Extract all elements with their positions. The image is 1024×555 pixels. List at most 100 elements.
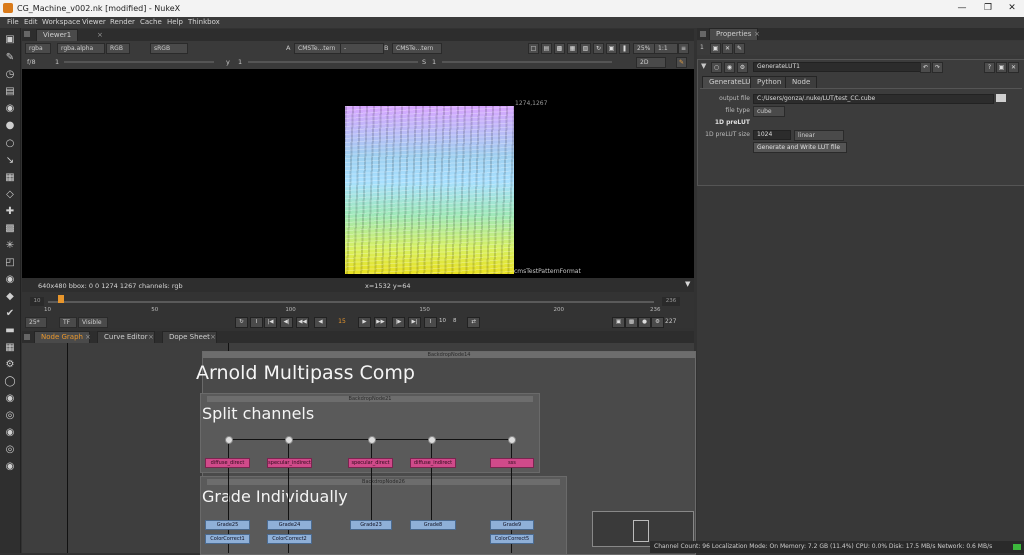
gear-icon[interactable]: ⚙: [4, 359, 16, 371]
bokeh-icon[interactable]: ◯: [4, 376, 16, 388]
info-dropdown-icon[interactable]: ▼: [685, 280, 690, 288]
current-frame-field[interactable]: 15: [334, 317, 350, 326]
file-type-dropdown[interactable]: cube: [753, 106, 785, 117]
keyer-icon[interactable]: ○: [4, 138, 16, 150]
tab-close-icon[interactable]: ×: [210, 333, 216, 341]
tab-viewer1[interactable]: Viewer1: [36, 29, 79, 41]
s-value[interactable]: 1: [432, 58, 436, 66]
toolsets-icon[interactable]: ✔: [4, 308, 16, 320]
s-slider[interactable]: [442, 61, 612, 63]
capture-icon[interactable]: ▩: [625, 317, 638, 328]
last-frame-icon[interactable]: ▶|: [408, 317, 421, 328]
dot-node[interactable]: [428, 436, 436, 444]
tab-node[interactable]: Node: [785, 76, 818, 88]
folder-icon[interactable]: [996, 94, 1006, 102]
prelut-interp-dropdown[interactable]: linear: [794, 130, 844, 141]
generate-lut-button[interactable]: Generate and Write LUT file: [753, 142, 847, 153]
settings-icon[interactable]: ⚙: [651, 317, 664, 328]
channels-dropdown[interactable]: rgba: [25, 43, 51, 54]
particles-icon[interactable]: ✳: [4, 240, 16, 252]
pane-menu-icon[interactable]: [700, 31, 706, 37]
range-end-field[interactable]: 236: [662, 297, 680, 306]
menu-cache[interactable]: Cache: [140, 18, 162, 26]
flipbook-icon[interactable]: ▣: [612, 317, 625, 328]
tf-dropdown[interactable]: TF: [59, 317, 77, 328]
shuffle-node[interactable]: diffuse_indirect: [410, 458, 456, 468]
gain-slider[interactable]: [64, 61, 214, 63]
menu-render[interactable]: Render: [110, 18, 135, 26]
grade-node[interactable]: Grade23: [350, 520, 392, 530]
lock-icon[interactable]: ▣: [710, 43, 721, 54]
furnace-icon[interactable]: ▦: [4, 342, 16, 354]
gamma-value[interactable]: 1: [238, 58, 242, 66]
next-keyframe-icon[interactable]: |▶: [392, 317, 405, 328]
playhead[interactable]: [58, 295, 65, 303]
overlay-icon[interactable]: ▩: [554, 43, 565, 54]
tab-node-graph[interactable]: Node Graph: [34, 331, 90, 343]
dot-node[interactable]: [368, 436, 376, 444]
float-icon[interactable]: ✎: [734, 43, 745, 54]
colorcorrect-node[interactable]: ColorCorrect1: [205, 534, 250, 544]
filter-icon[interactable]: ●: [4, 120, 16, 132]
node-settings-icon[interactable]: ◉: [724, 62, 735, 73]
loop-icon[interactable]: ↻: [235, 317, 248, 328]
float-panel-icon[interactable]: ▣: [996, 62, 1007, 73]
undo-icon[interactable]: ↶: [920, 62, 931, 73]
refresh-icon[interactable]: ↻: [593, 43, 604, 54]
cara-icon[interactable]: ◉: [4, 393, 16, 405]
input-a-dropdown[interactable]: CMSTe...tern: [294, 43, 344, 54]
close-all-icon[interactable]: ✕: [722, 43, 733, 54]
node-name-field[interactable]: GenerateLUT1: [753, 62, 921, 72]
image-icon[interactable]: ▣: [4, 34, 16, 46]
colorcorrect-node[interactable]: ColorCorrect5: [490, 534, 534, 544]
dot-node[interactable]: [508, 436, 516, 444]
gear-icon[interactable]: ⚙: [737, 62, 748, 73]
skip-field[interactable]: 10: [439, 317, 453, 326]
grade-node[interactable]: Grade25: [205, 520, 250, 530]
shuffle-node[interactable]: diffuse_direct: [205, 458, 250, 468]
ratio-dropdown[interactable]: 1:1: [654, 43, 678, 54]
colorcorrect-node[interactable]: ColorCorrect2: [267, 534, 312, 544]
metadata-icon[interactable]: ▩: [4, 223, 16, 235]
timeline-track[interactable]: [48, 301, 654, 303]
grade-node[interactable]: Grade24: [267, 520, 312, 530]
first-frame-icon[interactable]: |◀: [264, 317, 277, 328]
output-file-field[interactable]: C:/Users/gonza/.nuke/LUT/test_CC.cube: [753, 94, 994, 104]
bounce-icon[interactable]: ⇄: [467, 317, 480, 328]
menu-workspace[interactable]: Workspace: [42, 18, 80, 26]
menu-viewer[interactable]: Viewer: [82, 18, 106, 26]
wipe-icon[interactable]: ▤: [541, 43, 552, 54]
step-forward-icon[interactable]: ▶▶: [374, 317, 387, 328]
view-mode-dropdown[interactable]: 2D: [636, 57, 666, 68]
tab-python[interactable]: Python: [750, 76, 789, 88]
lut-dropdown[interactable]: sRGB: [150, 43, 188, 54]
time-icon[interactable]: ◷: [4, 69, 16, 81]
fps-dropdown[interactable]: 25*: [25, 317, 47, 328]
prelut-size-field[interactable]: 1024: [753, 130, 791, 140]
shuffle-node[interactable]: sss: [490, 458, 534, 468]
play-backward-icon[interactable]: ◀: [314, 317, 327, 328]
out-point-icon[interactable]: I: [424, 317, 437, 328]
tab-dope-sheet[interactable]: Dope Sheet: [162, 331, 217, 343]
other-icon[interactable]: ▬: [4, 325, 16, 337]
views-icon[interactable]: ✚: [4, 206, 16, 218]
safe-area-icon[interactable]: ▦: [567, 43, 578, 54]
tab-close-icon[interactable]: ×: [85, 333, 91, 341]
dot-node[interactable]: [285, 436, 293, 444]
tab-close-icon[interactable]: ×: [97, 31, 103, 39]
in-point-icon[interactable]: I: [250, 317, 263, 328]
node-color-icon[interactable]: ○: [711, 62, 722, 73]
gain-value[interactable]: 1: [55, 58, 59, 66]
prev-keyframe-icon[interactable]: ◀|: [280, 317, 293, 328]
other-plugins-icon[interactable]: ◉: [4, 427, 16, 439]
play-forward-icon[interactable]: ▶: [358, 317, 371, 328]
roi-icon[interactable]: □: [528, 43, 539, 54]
pause-icon[interactable]: ❚: [619, 43, 630, 54]
tab-properties[interactable]: Properties: [709, 28, 759, 40]
paint-icon[interactable]: ✎: [676, 57, 687, 68]
menu-file[interactable]: File: [7, 18, 19, 26]
tab-curve-editor[interactable]: Curve Editor: [97, 331, 155, 343]
close-panel-icon[interactable]: ✕: [1008, 62, 1019, 73]
pane-menu-icon[interactable]: [24, 334, 30, 340]
shuffle-node[interactable]: specular_indirect: [267, 458, 312, 468]
